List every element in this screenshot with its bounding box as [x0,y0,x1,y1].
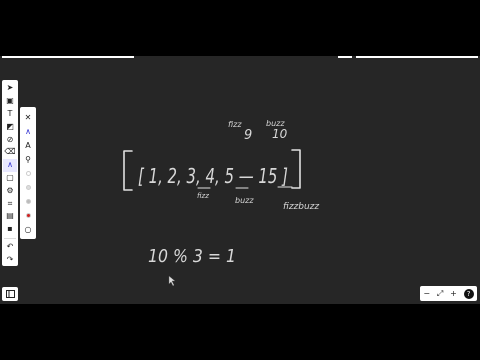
label-buzz-under: buzz [235,196,254,205]
label-ten: 10 [272,127,288,141]
modulo-text: 10 % 3 = 1 [148,246,236,267]
mouse-cursor-icon [168,275,176,287]
close-panel-icon[interactable]: ✕ [21,110,35,124]
label-fizz-under: fizz [197,192,209,200]
zoom-out-button[interactable]: − [423,289,430,298]
help-button[interactable]: ? [463,288,474,299]
toolbar-separator [4,237,16,239]
color-swatch-light[interactable] [21,180,35,194]
text-tool-icon[interactable]: T [3,108,17,121]
undo-icon[interactable]: ↶ [3,241,17,254]
lasso-tool-icon[interactable]: ⚙ [3,184,17,197]
zoom-in-button[interactable]: + [450,289,457,298]
redo-icon[interactable]: ↷ [3,253,17,266]
note-tool-icon[interactable]: ◩ [3,120,17,133]
zoom-fit-button[interactable]: ⤢ [437,289,443,299]
zoom-controls: − ⤢ + ? [420,286,477,301]
pen-style-icon[interactable]: ∧ [21,124,35,138]
handwriting-layer: fizz 9 buzz 10 [ 1, 2, 3, 4, 5 — 15 ] fi… [123,119,319,287]
main-toolbar: ➤ ▣ T ◩ ⊘ ⌫ ∧ ▢ ⚙ ⌗ ▤ ▪ ↶ ↷ [2,80,18,266]
right-bracket [291,149,301,189]
stroke-size-icon[interactable]: ○ [21,222,35,236]
marker-style-icon[interactable]: A [21,138,35,152]
color-swatch-red-dot [25,212,31,218]
label-nine: 9 [244,128,252,143]
sticker-tool-icon[interactable]: ▪ [3,223,17,236]
pen-tool-icon[interactable]: ∧ [3,158,17,172]
shape-tool-icon[interactable]: ▢ [3,172,17,185]
link-tool-icon[interactable]: ⊘ [3,133,17,146]
color-swatch-gray-dot [25,198,31,204]
highlighter-style-icon[interactable]: ⚲ [21,152,35,166]
color-swatch-gray[interactable] [21,194,35,208]
left-bracket [123,150,133,191]
array-text: [ 1, 2, 3, 4, 5 — 15 ] [138,164,288,188]
crop-tool-icon[interactable]: ⌗ [3,197,17,210]
color-swatch-light-dot [25,184,31,190]
color-swatch-white[interactable] [21,166,35,180]
frame-tool-icon[interactable]: ▣ [3,95,17,108]
sidebar-toggle-button[interactable] [2,287,18,301]
select-tool-icon[interactable]: ➤ [3,82,17,95]
image-tool-icon[interactable]: ▤ [3,210,17,223]
pen-options-panel: ✕ ∧ A ⚲ ○ [20,107,36,239]
eraser-tool-icon[interactable]: ⌫ [3,146,17,159]
color-swatch-red[interactable] [21,208,35,222]
sidebar-icon [5,290,15,298]
label-fizz-top: fizz [228,120,242,129]
label-fizzbuzz: fizzbuzz [283,202,319,212]
color-swatch-white-dot [25,170,31,176]
